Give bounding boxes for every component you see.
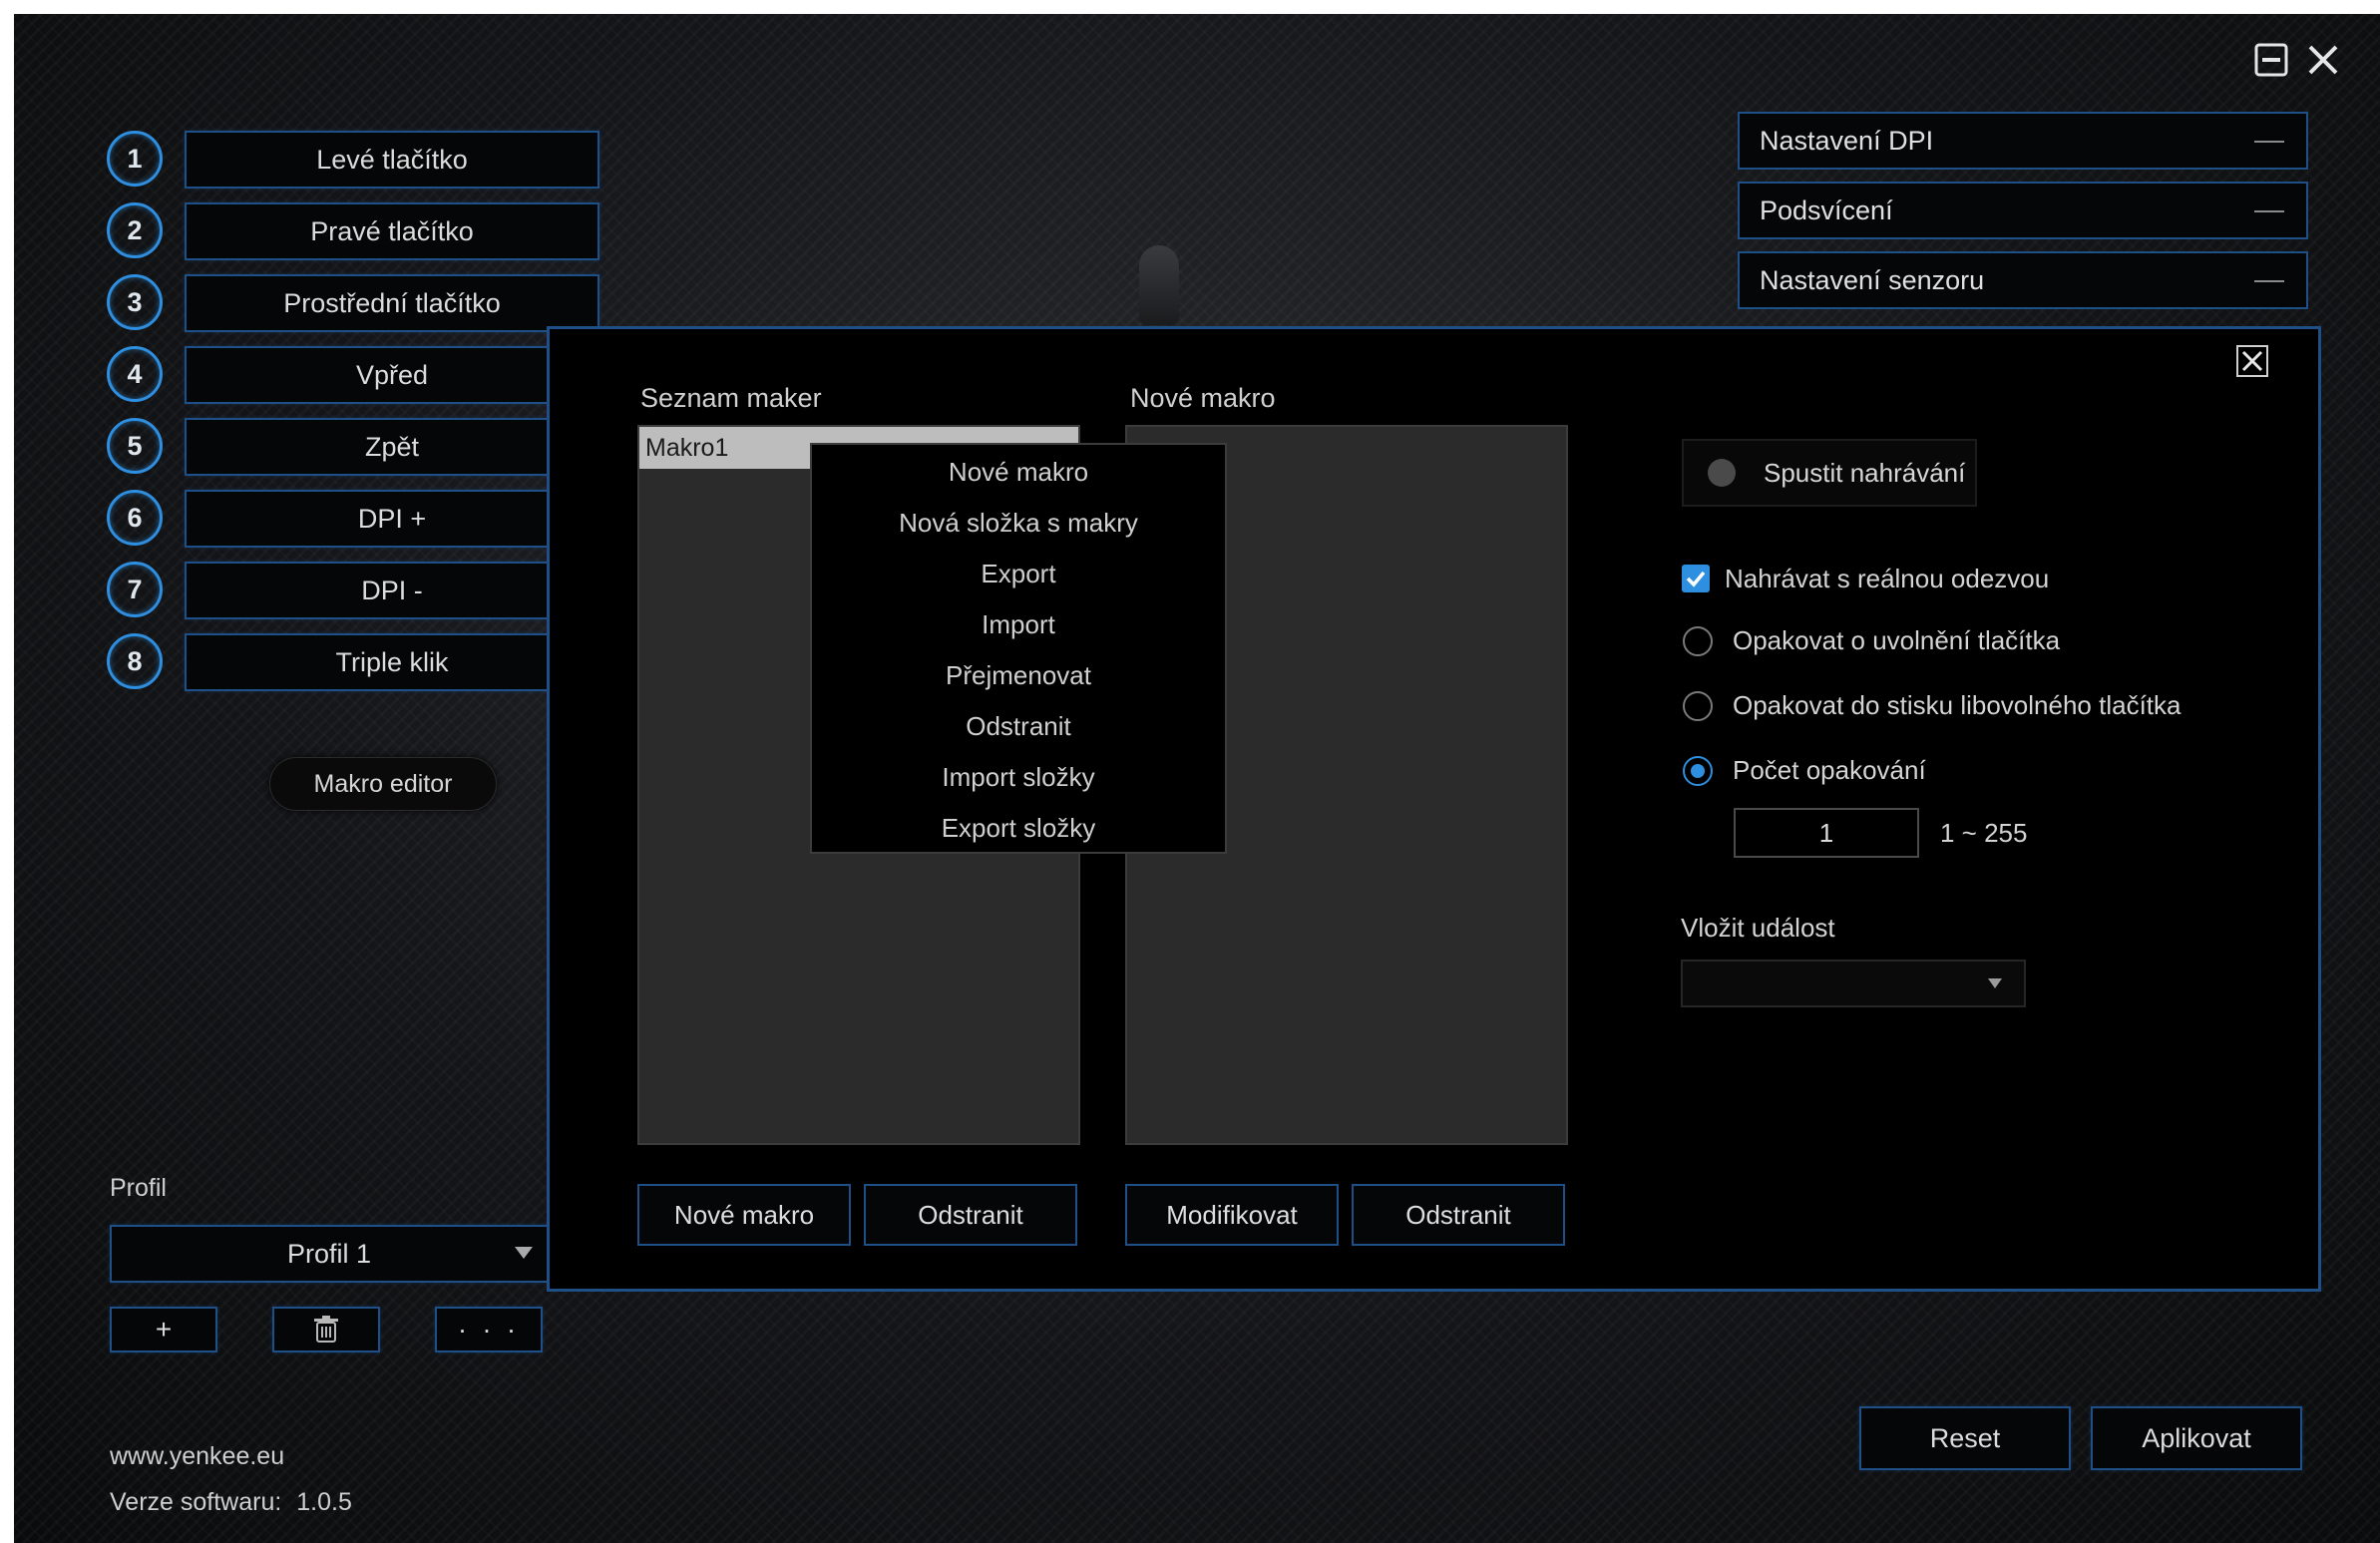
- modify-event-button[interactable]: Modifikovat: [1125, 1184, 1339, 1246]
- software-version: Verze softwaru: 1.0.5: [110, 1488, 352, 1517]
- repeat-range-label: 1 ~ 255: [1940, 818, 2028, 848]
- radio-repeat-count-label: Počet opakování: [1733, 755, 1926, 785]
- button-number-badge: 8: [107, 633, 163, 689]
- collapse-icon: [2254, 141, 2284, 143]
- menu-item-new-macro[interactable]: Nové makro: [812, 447, 1225, 498]
- chevron-down-icon: [515, 1247, 533, 1259]
- button-assign-middle[interactable]: Prostřední tlačítko: [185, 274, 599, 332]
- button-number-badge: 6: [107, 490, 163, 546]
- record-icon: [1708, 459, 1736, 487]
- website-link[interactable]: www.yenkee.eu: [110, 1442, 284, 1471]
- start-recording-button[interactable]: Spustit nahrávání: [1682, 439, 1977, 507]
- chevron-down-icon: [1988, 978, 2002, 988]
- section-label: Nastavení senzoru: [1760, 264, 1985, 295]
- section-label: Podsvícení: [1760, 194, 1893, 225]
- section-dpi-settings[interactable]: Nastavení DPI: [1738, 112, 2308, 170]
- button-assign-dpi-plus[interactable]: DPI +: [185, 490, 599, 548]
- radio-repeat-until-key[interactable]: [1683, 691, 1713, 721]
- repeat-count-input[interactable]: 1: [1734, 808, 1919, 858]
- dialog-close-icon[interactable]: [2235, 344, 2269, 378]
- radio-repeat-count[interactable]: [1683, 756, 1713, 786]
- reset-button[interactable]: Reset: [1859, 1406, 2071, 1470]
- realtime-checkbox[interactable]: [1682, 565, 1710, 592]
- menu-item-delete[interactable]: Odstranit: [812, 701, 1225, 752]
- section-sensor-settings[interactable]: Nastavení senzoru: [1738, 251, 2308, 309]
- record-label: Spustit nahrávání: [1764, 457, 1966, 488]
- trash-icon: [314, 1316, 338, 1343]
- button-assign-right[interactable]: Pravé tlačítko: [185, 202, 599, 260]
- delete-macro-button[interactable]: Odstranit: [864, 1184, 1077, 1246]
- button-number-badge: 5: [107, 418, 163, 474]
- button-assign-back[interactable]: Zpět: [185, 418, 599, 476]
- realtime-label: Nahrávat s reálnou odezvou: [1725, 564, 2050, 593]
- button-assign-triple-click[interactable]: Triple klik: [185, 633, 599, 691]
- minimize-icon[interactable]: [2253, 42, 2289, 78]
- macro-editor-dialog: Seznam maker Nové makro Makro1 Nové makr…: [547, 326, 2321, 1292]
- menu-item-new-folder[interactable]: Nová složka s makry: [812, 498, 1225, 549]
- button-assign-forward[interactable]: Vpřed: [185, 346, 599, 404]
- radio-repeat-release[interactable]: [1683, 626, 1713, 656]
- radio-repeat-until-key-label: Opakovat do stisku libovolného tlačítka: [1733, 690, 2182, 720]
- check-icon: [1686, 571, 1706, 587]
- delete-profile-button[interactable]: [272, 1307, 380, 1352]
- more-profile-options-button[interactable]: · · ·: [435, 1307, 543, 1352]
- apply-button[interactable]: Aplikovat: [2091, 1406, 2302, 1470]
- section-label: Nastavení DPI: [1760, 125, 1934, 156]
- button-number-badge: 3: [107, 274, 163, 330]
- button-number-badge: 7: [107, 562, 163, 617]
- collapse-icon: [2254, 280, 2284, 282]
- profile-select[interactable]: Profil 1: [110, 1225, 549, 1283]
- menu-item-rename[interactable]: Přejmenovat: [812, 650, 1225, 701]
- menu-item-export-folder[interactable]: Export složky: [812, 803, 1225, 854]
- insert-event-label: Vložit událost: [1681, 913, 1835, 943]
- radio-repeat-release-label: Opakovat o uvolnění tlačítka: [1733, 625, 2061, 655]
- macro-editor-button[interactable]: Makro editor: [269, 757, 497, 811]
- version-value: 1.0.5: [296, 1488, 352, 1516]
- new-macro-button[interactable]: Nové makro: [637, 1184, 851, 1246]
- profile-label: Profil: [110, 1174, 167, 1202]
- profile-select-value: Profil 1: [286, 1238, 372, 1269]
- version-label: Verze softwaru:: [110, 1488, 282, 1516]
- collapse-icon: [2254, 210, 2284, 212]
- new-macro-title: Nové makro: [1130, 383, 1276, 413]
- menu-item-import[interactable]: Import: [812, 599, 1225, 650]
- button-number-badge: 2: [107, 202, 163, 258]
- menu-item-import-folder[interactable]: Import složky: [812, 752, 1225, 803]
- section-lighting[interactable]: Podsvícení: [1738, 182, 2308, 239]
- menu-item-export[interactable]: Export: [812, 549, 1225, 599]
- button-assign-dpi-minus[interactable]: DPI -: [185, 562, 599, 619]
- delete-event-button[interactable]: Odstranit: [1352, 1184, 1565, 1246]
- mouse-image: [1139, 245, 1179, 325]
- app-window: 1 Levé tlačítko 2 Pravé tlačítko 3 Prost…: [14, 14, 2380, 1543]
- button-number-badge: 4: [107, 346, 163, 402]
- button-assign-left[interactable]: Levé tlačítko: [185, 131, 599, 189]
- insert-event-select[interactable]: [1681, 960, 2026, 1007]
- macro-list-title: Seznam maker: [640, 383, 822, 413]
- add-profile-button[interactable]: +: [110, 1307, 217, 1352]
- context-menu: Nové makro Nová složka s makry Export Im…: [810, 443, 1227, 854]
- button-number-badge: 1: [107, 131, 163, 187]
- close-icon[interactable]: [2305, 42, 2341, 78]
